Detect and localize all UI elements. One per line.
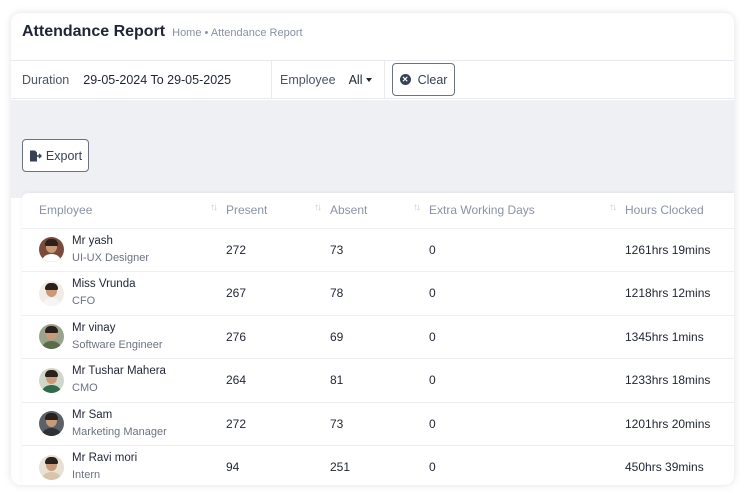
export-button[interactable]: Export bbox=[22, 139, 89, 172]
table-row[interactable]: Mr Tushar Mahera CMO 264 81 0 1233hrs 18… bbox=[22, 358, 734, 403]
employee-role: UI-UX Designer bbox=[72, 251, 150, 264]
content-background bbox=[11, 100, 734, 198]
absent-cell: 81 bbox=[324, 358, 423, 403]
absent-cell: 73 bbox=[324, 228, 423, 272]
avatar bbox=[39, 454, 64, 480]
employee-name: Mr vinay bbox=[72, 321, 116, 334]
sort-icon[interactable]: ↑↓ bbox=[210, 202, 218, 213]
extra-working-days-cell: 0 bbox=[423, 358, 619, 403]
sort-icon[interactable]: ↑↓ bbox=[413, 202, 421, 213]
attendance-report-card: Attendance Report Home • Attendance Repo… bbox=[11, 13, 734, 485]
employee-name: Mr Ravi mori bbox=[72, 452, 138, 465]
employee-name: Mr yash bbox=[72, 234, 113, 247]
clear-button[interactable]: ✕ Clear bbox=[392, 63, 455, 96]
column-header-present[interactable]: Present ↑↓ bbox=[220, 193, 324, 229]
page-header: Attendance Report Home • Attendance Repo… bbox=[11, 13, 734, 61]
chevron-down-icon bbox=[365, 78, 372, 83]
extra-working-days-cell: 0 bbox=[423, 402, 619, 446]
avatar bbox=[39, 367, 64, 393]
employee-select-value: All bbox=[348, 72, 363, 87]
avatar bbox=[39, 324, 64, 350]
avatar bbox=[39, 411, 64, 437]
employee-role: Marketing Manager bbox=[72, 425, 167, 438]
breadcrumb[interactable]: Home • Attendance Report bbox=[172, 27, 302, 39]
hours-clocked-cell: 450hrs 39mins bbox=[619, 445, 734, 485]
employee-name: Mr Sam bbox=[72, 408, 113, 421]
sort-icon[interactable]: ↑↓ bbox=[609, 202, 617, 213]
column-header-hours-clocked[interactable]: Hours Clocked bbox=[619, 193, 734, 229]
clear-button-label: Clear bbox=[417, 72, 448, 87]
absent-cell: 69 bbox=[324, 315, 423, 359]
absent-cell: 78 bbox=[324, 271, 423, 316]
table-row[interactable]: Miss Vrunda CFO 267 78 0 1218hrs 12mins bbox=[22, 271, 734, 316]
column-header-extra-working-days[interactable]: Extra Working Days ↑↓ bbox=[423, 193, 619, 229]
employee-role: Intern bbox=[72, 469, 101, 482]
employee-name: Mr Tushar Mahera bbox=[72, 365, 166, 378]
absent-cell: 251 bbox=[324, 445, 423, 485]
attendance-table: Employee ↑↓ Present ↑↓ Absent ↑↓ Extra Work… bbox=[22, 193, 734, 485]
employee-cell: Mr Ravi mori Intern bbox=[22, 445, 220, 485]
duration-label: Duration bbox=[22, 72, 70, 87]
employee-cell: Mr Sam Marketing Manager bbox=[22, 402, 220, 446]
column-header-absent[interactable]: Absent ↑↓ bbox=[324, 193, 423, 229]
hours-clocked-cell: 1201hrs 20mins bbox=[619, 402, 734, 446]
employee-role: CMO bbox=[72, 382, 98, 395]
employee-select[interactable]: All bbox=[349, 73, 372, 87]
present-cell: 264 bbox=[220, 358, 324, 403]
table-row[interactable]: Mr Sam Marketing Manager 272 73 0 1201hr… bbox=[22, 402, 734, 446]
present-cell: 267 bbox=[220, 271, 324, 316]
page-title: Attendance Report bbox=[22, 23, 166, 40]
hours-clocked-cell: 1345hrs 1mins bbox=[619, 315, 734, 359]
hours-clocked-cell: 1261hrs 19mins bbox=[619, 228, 734, 272]
employee-cell: Mr yash UI-UX Designer bbox=[22, 228, 220, 272]
extra-working-days-cell: 0 bbox=[423, 228, 619, 272]
avatar bbox=[39, 237, 64, 263]
column-header-employee[interactable]: Employee ↑↓ bbox=[22, 193, 220, 229]
table-row[interactable]: Mr vinay Software Engineer 276 69 0 1345… bbox=[22, 315, 734, 359]
export-button-label: Export bbox=[45, 148, 83, 163]
employee-name: Miss Vrunda bbox=[72, 278, 136, 291]
attendance-table-container: Employee ↑↓ Present ↑↓ Absent ↑↓ Extra Work… bbox=[22, 193, 734, 485]
extra-working-days-cell: 0 bbox=[423, 315, 619, 359]
present-cell: 276 bbox=[220, 315, 324, 359]
employee-cell: Miss Vrunda CFO bbox=[22, 271, 220, 316]
employee-cell: Mr vinay Software Engineer bbox=[22, 315, 220, 359]
employee-role: CFO bbox=[72, 295, 96, 308]
present-cell: 272 bbox=[220, 402, 324, 446]
employee-filter[interactable]: Employee All bbox=[272, 61, 385, 98]
duration-filter[interactable]: Duration 29-05-2024 To 29-05-2025 bbox=[11, 61, 272, 98]
present-cell: 272 bbox=[220, 228, 324, 272]
employee-label: Employee bbox=[280, 72, 336, 87]
absent-cell: 73 bbox=[324, 402, 423, 446]
export-icon bbox=[29, 150, 42, 161]
sort-icon[interactable]: ↑↓ bbox=[314, 202, 322, 213]
avatar bbox=[39, 280, 64, 306]
filter-bar: Duration 29-05-2024 To 29-05-2025 Employ… bbox=[11, 61, 734, 99]
table-row[interactable]: Mr yash UI-UX Designer 272 73 0 1261hrs … bbox=[22, 228, 734, 272]
hours-clocked-cell: 1233hrs 18mins bbox=[619, 358, 734, 403]
close-circle-icon: ✕ bbox=[399, 74, 411, 85]
employee-cell: Mr Tushar Mahera CMO bbox=[22, 358, 220, 403]
employee-role: Software Engineer bbox=[72, 338, 163, 351]
hours-clocked-cell: 1218hrs 12mins bbox=[619, 271, 734, 316]
extra-working-days-cell: 0 bbox=[423, 445, 619, 485]
extra-working-days-cell: 0 bbox=[423, 271, 619, 316]
present-cell: 94 bbox=[220, 445, 324, 485]
duration-value[interactable]: 29-05-2024 To 29-05-2025 bbox=[83, 73, 231, 87]
table-header-row: Employee ↑↓ Present ↑↓ Absent ↑↓ Extra Work… bbox=[22, 193, 734, 229]
table-row[interactable]: Mr Ravi mori Intern 94 251 0 450hrs 39mi… bbox=[22, 445, 734, 485]
